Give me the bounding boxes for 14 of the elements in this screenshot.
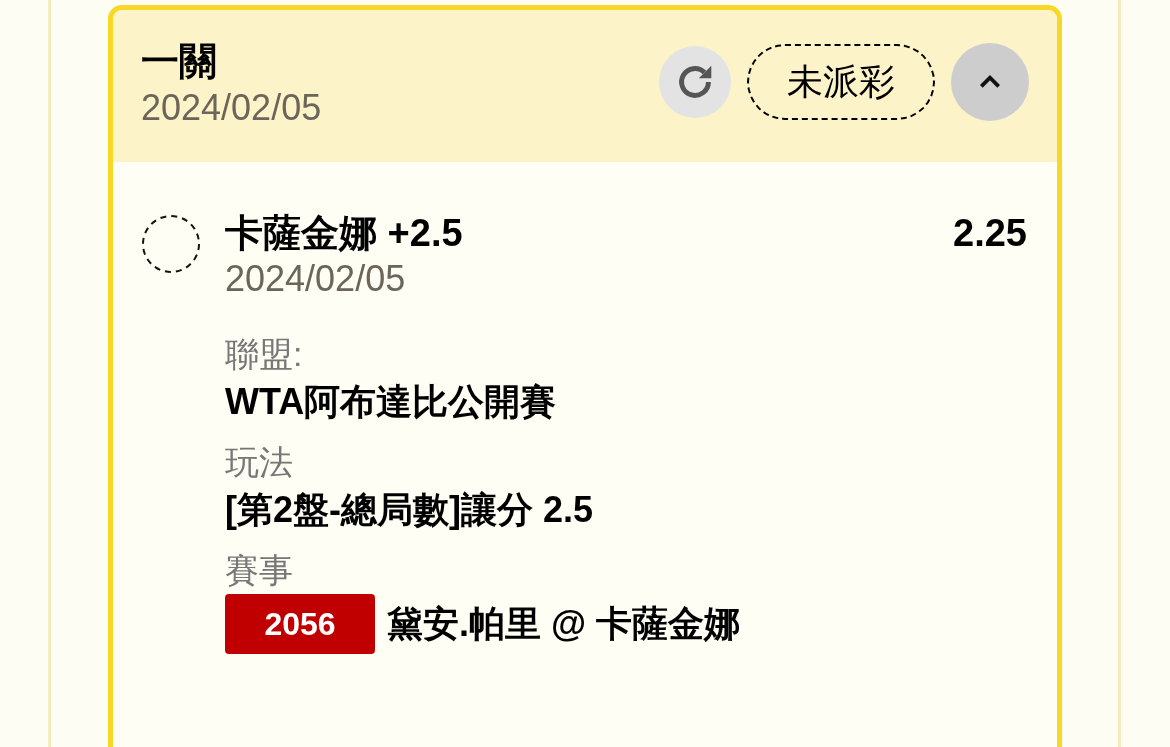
bet-date: 2024/02/05: [141, 86, 322, 130]
status-badge: 未派彩: [747, 44, 935, 120]
detail-label: 玩法: [225, 442, 294, 483]
match-number: 2056: [225, 594, 375, 654]
detail-value: 黛安.帕里 @ 卡薩金娜: [387, 602, 741, 646]
bet-title: 一關: [141, 39, 218, 84]
detail-value: [第2盤-總局數]讓分 2.5: [225, 488, 594, 532]
odds: 2.25: [953, 211, 1027, 256]
radio-circle-icon[interactable]: [141, 214, 201, 274]
detail-value: WTA阿布達比公開賽: [225, 380, 557, 424]
selection-name: 卡薩金娜 +2.5: [225, 211, 463, 256]
detail-label: 聯盟:: [225, 334, 304, 375]
selection-date: 2024/02/05: [225, 257, 407, 301]
detail-label: 賽事: [225, 550, 294, 591]
